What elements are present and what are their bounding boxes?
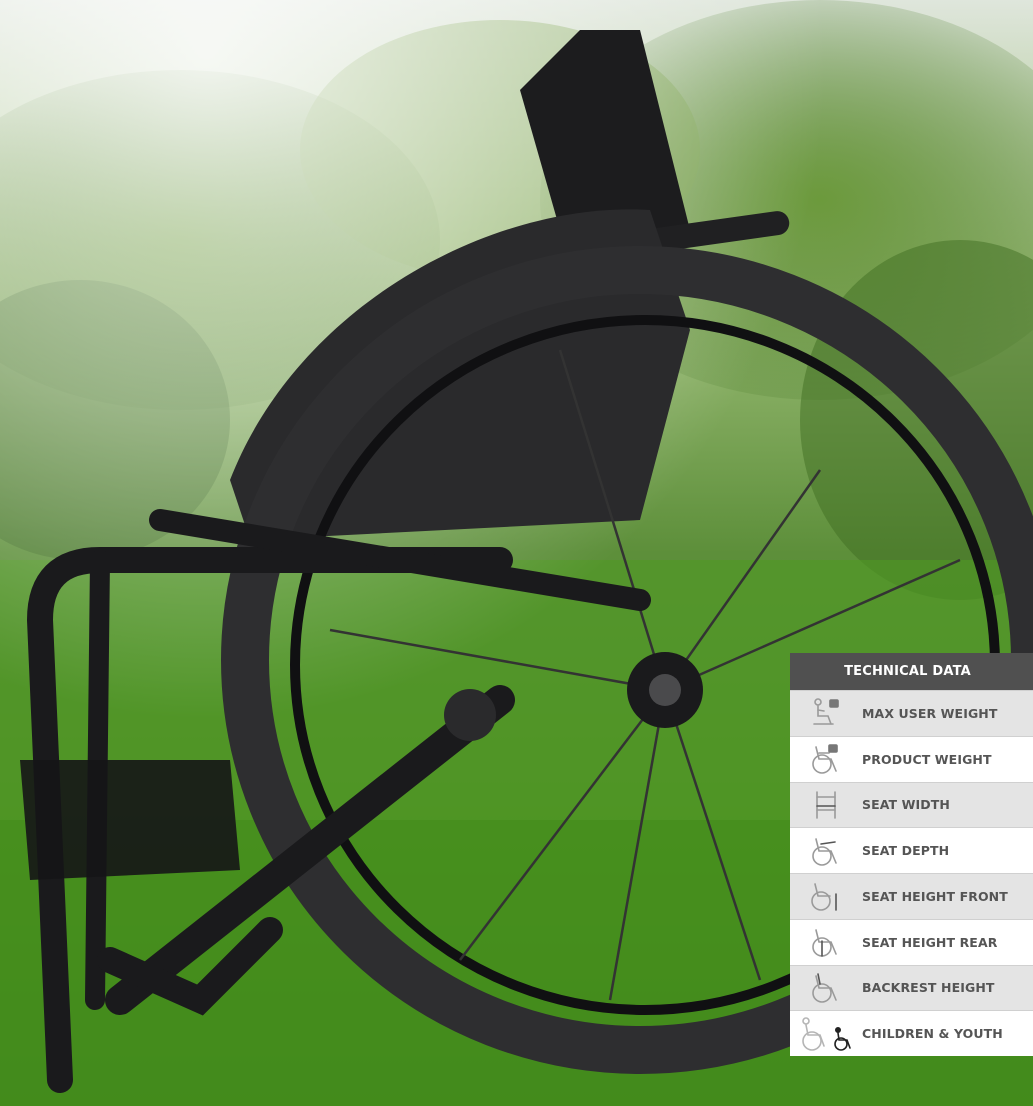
row-seat-height-rear: SEAT HEIGHT REAR — [790, 918, 1033, 965]
row-max-user-weight: MAX USER WEIGHT — [790, 690, 1033, 736]
backrest-height-label: BACKREST HEIGHT — [862, 980, 995, 996]
row-product-weight: PRODUCT WEIGHT — [790, 735, 1033, 782]
row-seat-height-front: SEAT HEIGHT FRONT — [790, 873, 1033, 919]
seat-height-rear-label: SEAT HEIGHT REAR — [862, 934, 998, 950]
user-weight-icon — [790, 691, 862, 736]
seat-height-rear-icon — [790, 920, 862, 965]
max-user-weight-label: MAX USER WEIGHT — [862, 705, 998, 721]
children-youth-label: CHILDREN & YOUTH — [862, 1026, 1003, 1042]
seat-width-label: SEAT WIDTH — [862, 797, 950, 813]
seat-height-front-icon — [790, 874, 862, 919]
technical-data-panel: TECHNICAL DATA MAX USER WEIGHT PRODUCT W… — [790, 653, 1033, 1056]
product-weight-label: PRODUCT WEIGHT — [862, 751, 992, 767]
seat-depth-label: SEAT DEPTH — [862, 843, 950, 859]
seat-depth-icon — [790, 828, 862, 873]
row-seat-depth: SEAT DEPTH — [790, 827, 1033, 873]
seat-width-icon — [790, 783, 862, 828]
row-children-youth: CHILDREN & YOUTH — [790, 1010, 1033, 1056]
row-backrest-height: BACKREST HEIGHT — [790, 964, 1033, 1011]
product-weight-icon — [790, 737, 862, 782]
backrest-height-icon — [790, 966, 862, 1011]
row-seat-width: SEAT WIDTH — [790, 781, 1033, 828]
seat-height-front-label: SEAT HEIGHT FRONT — [862, 888, 1008, 904]
children-youth-icon — [790, 1011, 862, 1056]
technical-data-header: TECHNICAL DATA — [790, 653, 1033, 690]
